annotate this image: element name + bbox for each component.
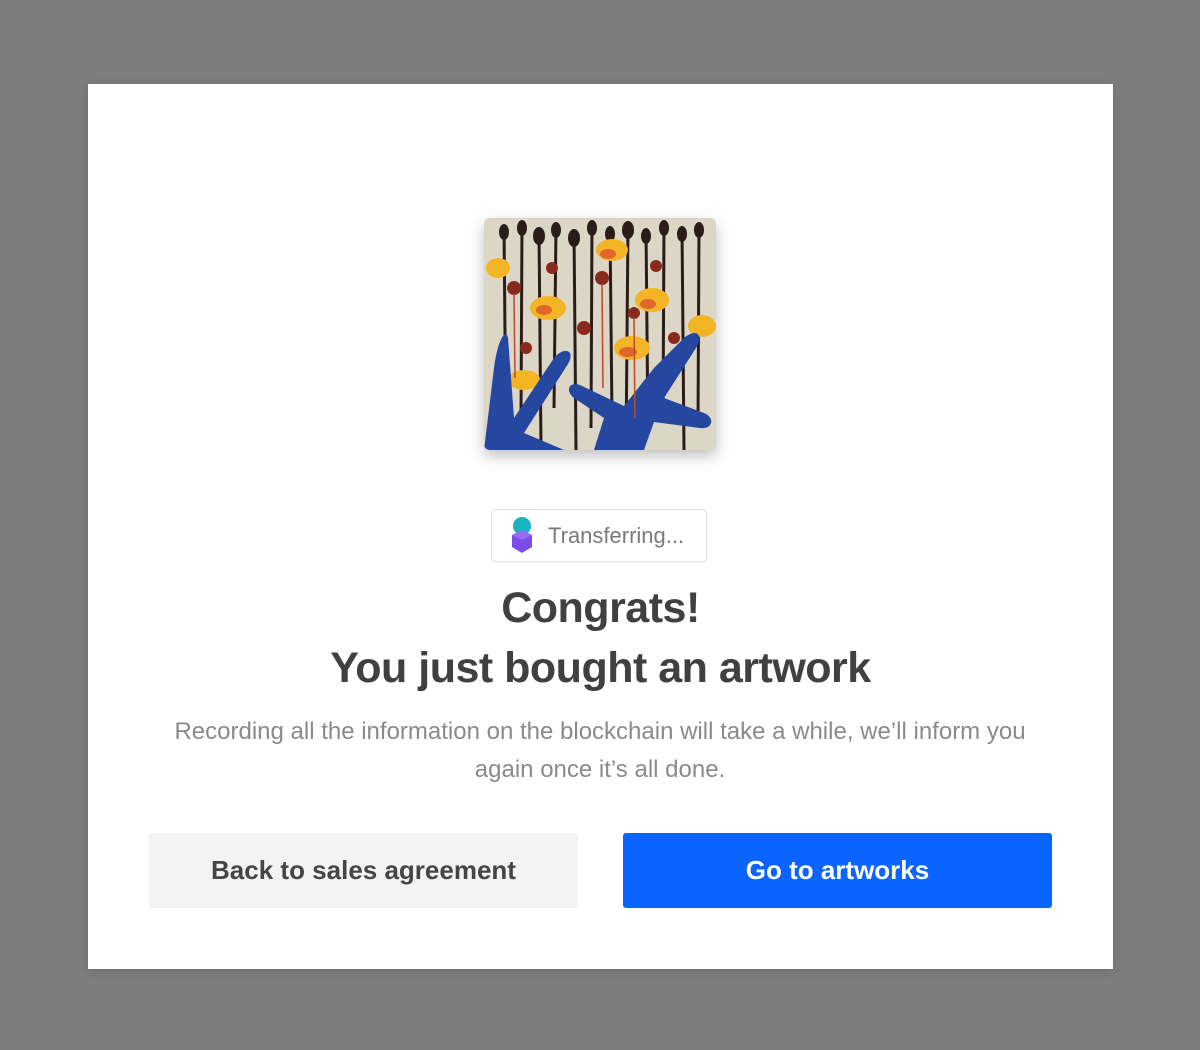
dialog-title: Congrats! — [501, 584, 700, 632]
purchase-success-dialog: Transferring... Congrats! You just bough… — [88, 84, 1113, 969]
back-to-sales-agreement-button[interactable]: Back to sales agreement — [149, 833, 578, 908]
go-to-artworks-button[interactable]: Go to artworks — [623, 833, 1052, 908]
transfer-status-badge: Transferring... — [491, 509, 707, 562]
dialog-subtitle: You just bought an artwork — [330, 644, 871, 692]
dialog-message: Recording all the information on the blo… — [174, 718, 1026, 783]
blockchain-logo-icon — [512, 516, 532, 553]
transfer-status-text: Transferring... — [548, 522, 685, 548]
artwork-thumbnail — [484, 218, 716, 450]
